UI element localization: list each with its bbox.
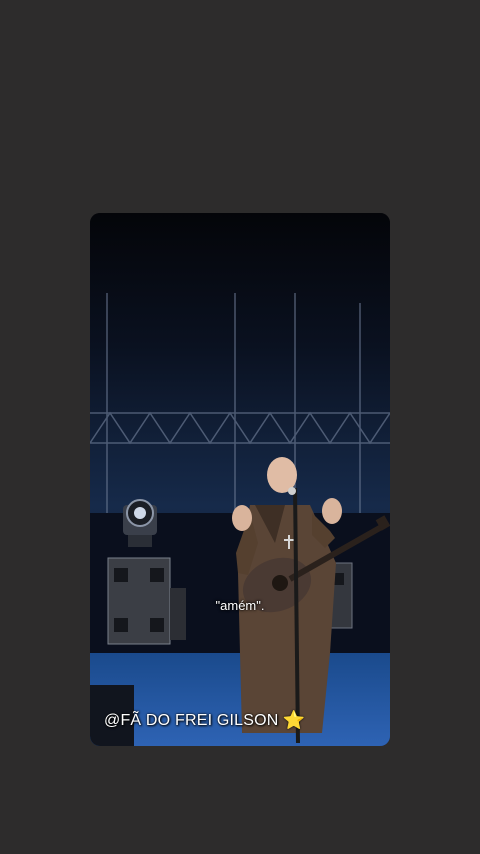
story-media-card[interactable] (90, 213, 390, 746)
concert-photo (90, 213, 390, 746)
stage-light (123, 499, 157, 547)
star-icon: ⭐ (282, 710, 306, 730)
credit-text: @FÃ DO FREI GILSON (104, 711, 279, 729)
lyrics-caption: "amém". (215, 598, 265, 613)
credit-label: @FÃ DO FREI GILSON ⭐ (104, 710, 305, 731)
